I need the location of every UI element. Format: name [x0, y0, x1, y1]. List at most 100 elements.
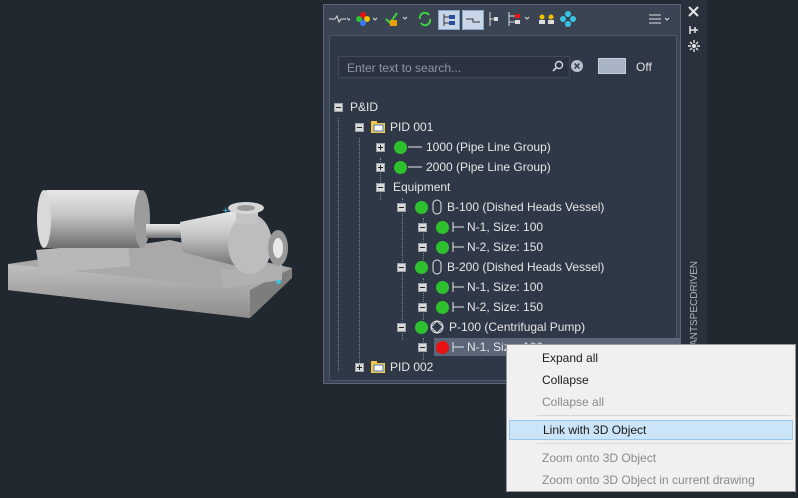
collapse-toggle[interactable]	[397, 323, 406, 332]
menu-item-expand-all[interactable]: Expand all	[509, 348, 793, 368]
search-input[interactable]	[345, 59, 549, 77]
pin-icon[interactable]	[689, 24, 699, 39]
menu-item-collapse-all[interactable]: Collapse all	[509, 392, 793, 412]
collapse-toggle[interactable]	[418, 283, 427, 292]
users-icon[interactable]	[536, 10, 558, 28]
status-ok-icon	[415, 200, 428, 214]
menu-separator	[537, 443, 791, 444]
status-ok-icon	[436, 240, 449, 254]
status-ok-icon	[436, 280, 449, 294]
status-ok-icon	[436, 300, 449, 314]
plant-palette: Off P&ID PID 001 1000 (Pipe Line Group) …	[323, 4, 681, 384]
tree-node-label: P-100 (Centrifugal Pump)	[449, 320, 586, 334]
status-ok-icon	[436, 220, 449, 234]
hierarchy-icon[interactable]	[486, 10, 500, 28]
tree-node-b-200[interactable]: B-200 (Dished Heads Vessel)	[415, 258, 604, 276]
tree-node-label: 1000 (Pipe Line Group)	[426, 140, 551, 154]
filter-toggle[interactable]	[598, 58, 626, 74]
menu-item-zoom-3d-object[interactable]: Zoom onto 3D Object	[509, 448, 793, 468]
status-error-icon	[436, 340, 449, 354]
menu-item-label: Collapse	[542, 373, 589, 387]
collapse-toggle[interactable]	[334, 103, 343, 112]
palette-title: ANTSPECDRIVEN	[681, 258, 707, 348]
drawing-folder-icon	[371, 121, 385, 133]
status-ok-icon	[394, 160, 407, 174]
vessel-icon	[432, 259, 442, 275]
tree-guide	[338, 118, 339, 371]
filter-tree-icon[interactable]	[506, 10, 534, 28]
tree-node-label: N-2, Size: 150	[467, 300, 544, 314]
pump-icon	[430, 320, 444, 334]
nozzle-icon	[452, 342, 464, 352]
clear-search-icon[interactable]	[571, 60, 583, 75]
menu-item-label: Zoom onto 3D Object	[542, 451, 657, 465]
pipe-line-icon	[408, 146, 422, 148]
collapse-toggle[interactable]	[397, 203, 406, 212]
tree-node-p-100[interactable]: P-100 (Centrifugal Pump)	[415, 318, 585, 336]
collapse-toggle[interactable]	[418, 223, 427, 232]
expand-toggle[interactable]	[355, 363, 364, 372]
tree-node-line-group-1000[interactable]: 1000 (Pipe Line Group)	[394, 138, 551, 156]
pump-3d-model: + ▪	[8, 190, 292, 318]
tree-guide	[359, 138, 360, 371]
tree-node-label: PID 002	[390, 360, 434, 374]
validate-icon[interactable]	[384, 10, 410, 28]
menu-item-collapse[interactable]: Collapse	[509, 370, 793, 390]
properties-icon[interactable]	[688, 40, 700, 55]
menu-item-label: Expand all	[542, 351, 599, 365]
tree-node-pid-001[interactable]: PID 001	[370, 118, 433, 136]
status-ok-icon	[415, 320, 428, 334]
nozzle-icon	[452, 222, 464, 232]
svg-text:+: +	[222, 206, 230, 216]
tree-node-label: N-1, Size: 100	[467, 280, 544, 294]
status-ok-icon	[415, 260, 428, 274]
search-icon[interactable]	[552, 60, 564, 75]
tree-node-label: N-2, Size: 150	[467, 240, 544, 254]
tree-node-label: B-200 (Dished Heads Vessel)	[447, 260, 605, 274]
expand-toggle[interactable]	[376, 143, 385, 152]
collapse-toggle[interactable]	[355, 123, 364, 132]
tree-node-label: B-100 (Dished Heads Vessel)	[447, 200, 605, 214]
nozzle-icon	[452, 302, 464, 312]
menu-icon[interactable]	[648, 10, 672, 28]
context-menu: Expand all Collapse Collapse all Link wi…	[506, 344, 796, 492]
tree-node-pid-002[interactable]: PID 002	[370, 358, 433, 376]
tree-node-line-group-2000[interactable]: 2000 (Pipe Line Group)	[394, 158, 551, 176]
tree-view-icon[interactable]	[438, 10, 460, 30]
nozzle-icon	[452, 242, 464, 252]
tree-node-equipment[interactable]: Equipment	[393, 178, 450, 196]
status-ok-icon	[394, 140, 407, 154]
tree-node-label: PID 001	[390, 120, 434, 134]
drawing-folder-icon	[371, 361, 385, 373]
palette-title-text: ANTSPECDRIVEN	[689, 261, 700, 346]
tree-node-label: P&ID	[350, 100, 379, 114]
refresh-icon[interactable]	[416, 10, 434, 28]
tree-node-label: Equipment	[393, 180, 451, 194]
collapse-toggle[interactable]	[397, 263, 406, 272]
menu-item-label: Link with 3D Object	[543, 423, 647, 437]
close-icon[interactable]	[688, 6, 699, 20]
tree-node-label: 2000 (Pipe Line Group)	[426, 160, 551, 174]
expand-toggle[interactable]	[376, 163, 385, 172]
collapse-toggle[interactable]	[418, 343, 427, 352]
collapse-toggle[interactable]	[418, 303, 427, 312]
search-box[interactable]	[338, 56, 570, 78]
tree-node-nozzle[interactable]: N-2, Size: 150	[436, 238, 543, 256]
vessel-icon	[432, 199, 442, 215]
menu-item-zoom-3d-current[interactable]: Zoom onto 3D Object in current drawing	[509, 470, 793, 490]
tree-node-b-100[interactable]: B-100 (Dished Heads Vessel)	[415, 198, 604, 216]
tree-node-nozzle[interactable]: N-1, Size: 100	[436, 218, 543, 236]
collapse-toggle[interactable]	[418, 243, 427, 252]
connections-icon[interactable]	[560, 10, 576, 28]
pipe-line-tool-icon[interactable]	[328, 10, 350, 28]
line-view-icon[interactable]	[462, 10, 484, 30]
tree-node-nozzle[interactable]: N-2, Size: 150	[436, 298, 543, 316]
tree-node-pid-root[interactable]: P&ID	[350, 98, 378, 116]
collapse-toggle[interactable]	[376, 183, 385, 192]
menu-separator	[537, 415, 791, 416]
menu-item-link-3d-object[interactable]: Link with 3D Object	[509, 420, 793, 440]
menu-item-label: Collapse all	[542, 395, 605, 409]
tree-node-label: N-1, Size: 100	[467, 220, 544, 234]
status-colors-icon[interactable]	[354, 10, 380, 28]
tree-node-nozzle[interactable]: N-1, Size: 100	[436, 278, 543, 296]
